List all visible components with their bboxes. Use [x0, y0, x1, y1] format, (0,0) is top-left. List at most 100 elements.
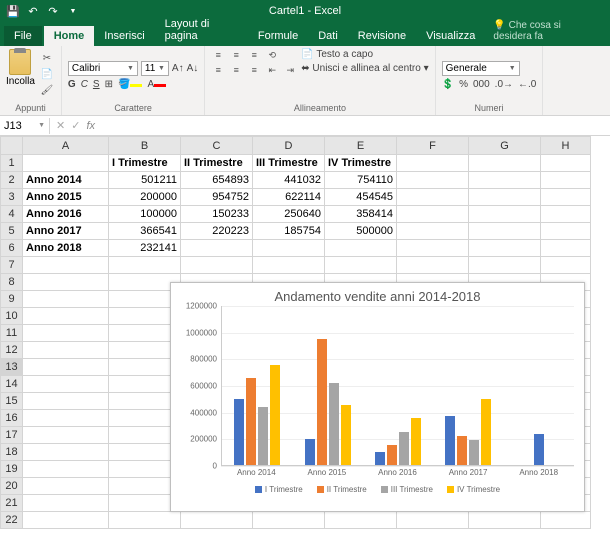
- cell-A11[interactable]: [23, 325, 109, 342]
- align-middle-icon[interactable]: ≡: [229, 49, 243, 61]
- cell-A1[interactable]: [23, 155, 109, 172]
- cell-A17[interactable]: [23, 427, 109, 444]
- row-header-7[interactable]: 7: [1, 257, 23, 274]
- undo-icon[interactable]: ↶: [26, 4, 40, 18]
- cell-C6[interactable]: [181, 240, 253, 257]
- cell-A15[interactable]: [23, 393, 109, 410]
- cell-H6[interactable]: [541, 240, 591, 257]
- cell-A19[interactable]: [23, 461, 109, 478]
- copy-icon[interactable]: 📄: [39, 67, 55, 81]
- font-color-icon[interactable]: A: [147, 79, 166, 90]
- cell-A4[interactable]: Anno 2016: [23, 206, 109, 223]
- orientation-icon[interactable]: ⟲: [265, 49, 279, 61]
- cell-D4[interactable]: 250640: [253, 206, 325, 223]
- currency-icon[interactable]: 💲: [442, 79, 454, 90]
- col-header-H[interactable]: H: [541, 137, 591, 155]
- row-header-15[interactable]: 15: [1, 393, 23, 410]
- cell-E6[interactable]: [325, 240, 397, 257]
- fx-icon[interactable]: fx: [86, 120, 95, 132]
- row-header-12[interactable]: 12: [1, 342, 23, 359]
- cell-E22[interactable]: [325, 512, 397, 529]
- cell-A9[interactable]: [23, 291, 109, 308]
- cell-C1[interactable]: II Trimestre: [181, 155, 253, 172]
- cell-E1[interactable]: IV Trimestre: [325, 155, 397, 172]
- cell-A7[interactable]: [23, 257, 109, 274]
- align-left-icon[interactable]: ≡: [211, 64, 225, 76]
- cell-G6[interactable]: [469, 240, 541, 257]
- align-center-icon[interactable]: ≡: [229, 64, 243, 76]
- cell-F1[interactable]: [397, 155, 469, 172]
- cell-A21[interactable]: [23, 495, 109, 512]
- select-all-corner[interactable]: [1, 137, 23, 155]
- tell-me[interactable]: 💡 Che cosa si desidera fa: [485, 16, 610, 46]
- cell-D3[interactable]: 622114: [253, 189, 325, 206]
- cell-G7[interactable]: [469, 257, 541, 274]
- cell-F7[interactable]: [397, 257, 469, 274]
- row-header-2[interactable]: 2: [1, 172, 23, 189]
- underline-button[interactable]: S: [93, 79, 100, 90]
- spreadsheet-grid[interactable]: ABCDEFGH1I TrimestreII TrimestreIII Trim…: [0, 136, 610, 541]
- row-header-10[interactable]: 10: [1, 308, 23, 325]
- row-header-11[interactable]: 11: [1, 325, 23, 342]
- fill-color-icon[interactable]: 🪣: [118, 79, 142, 90]
- cell-G22[interactable]: [469, 512, 541, 529]
- row-header-1[interactable]: 1: [1, 155, 23, 172]
- cell-F3[interactable]: [397, 189, 469, 206]
- fx-cancel-icon[interactable]: ✕: [56, 119, 65, 132]
- cell-B1[interactable]: I Trimestre: [109, 155, 181, 172]
- cell-A12[interactable]: [23, 342, 109, 359]
- cell-B4[interactable]: 100000: [109, 206, 181, 223]
- cell-H2[interactable]: [541, 172, 591, 189]
- cell-B22[interactable]: [109, 512, 181, 529]
- cell-G5[interactable]: [469, 223, 541, 240]
- paste-label[interactable]: Incolla: [6, 76, 35, 87]
- cell-E4[interactable]: 358414: [325, 206, 397, 223]
- indent-increase-icon[interactable]: ⇥: [283, 64, 297, 76]
- number-format-combo[interactable]: Generale▼: [442, 61, 520, 76]
- cell-F5[interactable]: [397, 223, 469, 240]
- col-header-F[interactable]: F: [397, 137, 469, 155]
- cell-A14[interactable]: [23, 376, 109, 393]
- cell-H3[interactable]: [541, 189, 591, 206]
- cell-A6[interactable]: Anno 2018: [23, 240, 109, 257]
- cell-C22[interactable]: [181, 512, 253, 529]
- row-header-16[interactable]: 16: [1, 410, 23, 427]
- row-header-14[interactable]: 14: [1, 376, 23, 393]
- row-header-6[interactable]: 6: [1, 240, 23, 257]
- cell-G1[interactable]: [469, 155, 541, 172]
- cell-H5[interactable]: [541, 223, 591, 240]
- cell-D1[interactable]: III Trimestre: [253, 155, 325, 172]
- tab-file[interactable]: File: [4, 26, 42, 46]
- cell-H1[interactable]: [541, 155, 591, 172]
- row-header-5[interactable]: 5: [1, 223, 23, 240]
- cell-G3[interactable]: [469, 189, 541, 206]
- paste-icon[interactable]: [9, 49, 31, 75]
- cell-A13[interactable]: [23, 359, 109, 376]
- font-name-combo[interactable]: Calibri▼: [68, 61, 138, 76]
- cell-A8[interactable]: [23, 274, 109, 291]
- cell-E3[interactable]: 454545: [325, 189, 397, 206]
- cell-H4[interactable]: [541, 206, 591, 223]
- cell-D7[interactable]: [253, 257, 325, 274]
- cell-F6[interactable]: [397, 240, 469, 257]
- cell-D22[interactable]: [253, 512, 325, 529]
- italic-button[interactable]: C: [81, 79, 88, 90]
- cell-G4[interactable]: [469, 206, 541, 223]
- cell-A22[interactable]: [23, 512, 109, 529]
- name-box[interactable]: J13▼: [0, 118, 50, 134]
- cell-C3[interactable]: 954752: [181, 189, 253, 206]
- align-right-icon[interactable]: ≡: [247, 64, 261, 76]
- row-header-8[interactable]: 8: [1, 274, 23, 291]
- cell-C7[interactable]: [181, 257, 253, 274]
- cell-F22[interactable]: [397, 512, 469, 529]
- tab-data[interactable]: Dati: [308, 26, 348, 46]
- cell-A10[interactable]: [23, 308, 109, 325]
- col-header-E[interactable]: E: [325, 137, 397, 155]
- row-header-18[interactable]: 18: [1, 444, 23, 461]
- cell-C2[interactable]: 654893: [181, 172, 253, 189]
- wrap-text-button[interactable]: 📄 Testo a capo: [301, 49, 428, 60]
- indent-decrease-icon[interactable]: ⇤: [265, 64, 279, 76]
- row-header-4[interactable]: 4: [1, 206, 23, 223]
- cell-B2[interactable]: 501211: [109, 172, 181, 189]
- tab-formulas[interactable]: Formule: [248, 26, 308, 46]
